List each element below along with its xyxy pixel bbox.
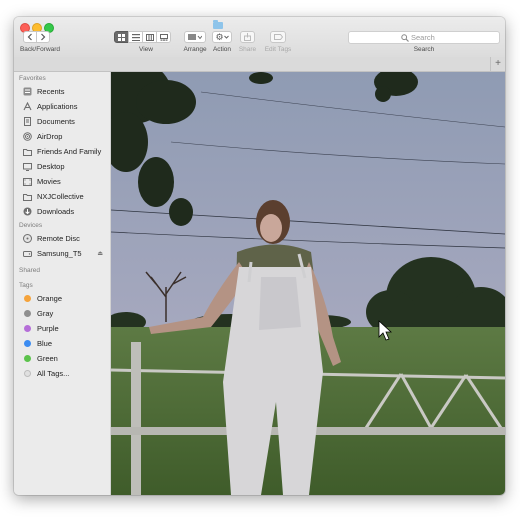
sidebar-tag-green[interactable]: Green (23, 352, 109, 365)
arrange-button[interactable] (184, 31, 206, 43)
forward-button[interactable] (36, 31, 50, 43)
sidebar-tag-purple[interactable]: Purple (23, 322, 109, 335)
all-tags-dot-icon (24, 370, 31, 377)
share-label: Share (238, 46, 257, 53)
favorites-heading: Favorites (19, 75, 46, 82)
new-tab-button[interactable]: + (490, 57, 505, 71)
eject-icon[interactable]: ⏏ (97, 250, 103, 257)
gray-tag-dot-icon (24, 310, 31, 317)
sidebar-item-applications[interactable]: Applications (23, 100, 109, 113)
share-icon (244, 33, 251, 41)
chevron-right-icon (41, 33, 46, 41)
disc-icon (23, 234, 32, 243)
desktop-photo (111, 72, 505, 495)
sidebar-item-label: Green (37, 354, 58, 363)
folder-icon (23, 192, 32, 201)
sidebar-item-airdrop[interactable]: AirDrop (23, 130, 109, 143)
sidebar-item-label: Purple (37, 324, 59, 333)
action-button[interactable]: ⚙ (212, 31, 232, 43)
folder-icon (213, 20, 223, 29)
sidebar-item-label: Friends And Family (37, 147, 102, 156)
sidebar: Favorites Recents Applications Documents… (14, 72, 111, 495)
back-forward-control (23, 31, 50, 43)
photo-scene (111, 72, 505, 495)
finder-window: Back/Forward View Arrange ⚙ Action Share… (14, 17, 505, 495)
action-label: Action (212, 46, 232, 53)
sidebar-item-label: Blue (37, 339, 53, 348)
magnifier-icon (401, 33, 409, 42)
share-button[interactable] (240, 31, 255, 43)
devices-heading: Devices (19, 222, 43, 229)
back-button[interactable] (23, 31, 37, 43)
search-placeholder: Search (411, 33, 435, 42)
search-field-content: Search (401, 33, 435, 42)
gear-icon: ⚙ (215, 31, 224, 42)
sidebar-item-label: Downloads (37, 207, 75, 216)
green-tag-dot-icon (24, 355, 31, 362)
purple-tag-dot-icon (24, 325, 31, 332)
sidebar-item-samsung-t5[interactable]: Samsung_T5 ⏏ (23, 247, 109, 260)
icon-view-button[interactable] (114, 31, 129, 43)
sidebar-item-label: Orange (37, 294, 63, 303)
gallery-icon (159, 33, 168, 41)
tab-strip: + (14, 57, 505, 72)
sidebar-item-label: Movies (37, 177, 61, 186)
sidebar-item-nxjcollective[interactable]: NXJCollective (23, 190, 109, 203)
sidebar-tag-all-tags[interactable]: All Tags... (23, 367, 109, 380)
sidebar-item-downloads[interactable]: Downloads (23, 205, 109, 218)
sidebar-item-label: Remote Disc (37, 234, 80, 243)
sidebar-item-movies[interactable]: Movies (23, 175, 109, 188)
sidebar-tag-blue[interactable]: Blue (23, 337, 109, 350)
column-view-button[interactable] (142, 31, 157, 43)
recents-icon (23, 87, 32, 96)
documents-icon (23, 117, 32, 126)
movies-icon (23, 177, 32, 186)
sidebar-item-desktop[interactable]: Desktop (23, 160, 109, 173)
desktop-icon (23, 162, 32, 171)
sidebar-item-remote-disc[interactable]: Remote Disc (23, 232, 109, 245)
shared-heading: Shared (19, 267, 40, 274)
list-icon (131, 33, 140, 41)
sidebar-item-label: Gray (37, 309, 54, 318)
arrange-icon (188, 33, 202, 40)
sidebar-item-label: NXJCollective (37, 192, 84, 201)
sidebar-item-label: Applications (37, 102, 78, 111)
sidebar-item-documents[interactable]: Documents (23, 115, 109, 128)
columns-icon (145, 33, 154, 41)
arrange-label: Arrange (183, 46, 207, 53)
airdrop-icon (23, 132, 32, 141)
search-input[interactable]: Search (348, 31, 500, 44)
sidebar-item-label: Documents (37, 117, 75, 126)
sidebar-item-friends-and-family[interactable]: Friends And Family (23, 145, 109, 158)
view-label: View (139, 46, 153, 53)
applications-icon (23, 102, 32, 111)
edit-tags-label: Edit Tags (264, 46, 292, 53)
gallery-view-button[interactable] (156, 31, 171, 43)
tags-heading: Tags (19, 282, 33, 289)
sidebar-item-label: All Tags... (37, 369, 70, 378)
edit-tags-button[interactable] (270, 31, 286, 43)
sidebar-item-recents[interactable]: Recents (23, 85, 109, 98)
sidebar-item-label: Desktop (37, 162, 65, 171)
sidebar-item-label: Samsung_T5 (37, 249, 82, 258)
back-forward-label: Back/Forward (19, 46, 61, 53)
drive-icon (23, 249, 32, 258)
grid-icon (118, 33, 125, 41)
list-view-button[interactable] (128, 31, 143, 43)
sidebar-tag-orange[interactable]: Orange (23, 292, 109, 305)
folder-icon (23, 147, 32, 156)
sidebar-item-label: Recents (37, 87, 65, 96)
orange-tag-dot-icon (24, 295, 31, 302)
downloads-icon (23, 207, 32, 216)
tag-icon (273, 34, 283, 40)
sidebar-item-label: AirDrop (37, 132, 63, 141)
search-label: Search (413, 46, 435, 53)
blue-tag-dot-icon (24, 340, 31, 347)
view-control (114, 31, 171, 43)
sidebar-tag-gray[interactable]: Gray (23, 307, 109, 320)
toolbar: Back/Forward View Arrange ⚙ Action Share… (14, 17, 505, 58)
chevron-down-icon (223, 35, 229, 39)
chevron-left-icon (27, 33, 32, 41)
